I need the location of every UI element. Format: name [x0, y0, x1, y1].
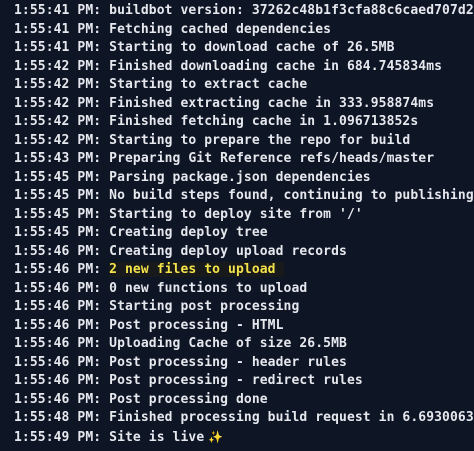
log-line: 1:55:46 PM: Post processing - header rul…	[14, 354, 474, 373]
log-message: Starting to extract cache	[109, 77, 308, 92]
log-message: Finished extracting cache in 333.958874m…	[109, 95, 435, 111]
log-message: Starting to download cache of 26.5MB	[109, 40, 395, 55]
log-timestamp: 1:55:46 PM:	[14, 243, 102, 259]
log-timestamp: 1:55:42 PM:	[14, 77, 102, 92]
log-timestamp: 1:55:46 PM:	[14, 354, 102, 370]
log-line: 1:55:41 PM: buildbot version: 37262c48b1…	[14, 2, 474, 21]
log-timestamp: 1:55:46 PM:	[14, 373, 102, 388]
log-message: 0 new functions to upload	[109, 280, 308, 296]
log-timestamp: 1:55:46 PM:	[14, 280, 102, 296]
sparkles-icon: ✨	[208, 429, 224, 444]
log-line: 1:55:46 PM: Post processing done	[14, 391, 474, 410]
log-line: 1:55:41 PM: Starting to download cache o…	[14, 39, 474, 58]
log-line: 1:55:46 PM: 0 new functions to upload	[14, 280, 474, 299]
log-timestamp: 1:55:46 PM:	[14, 262, 102, 277]
log-line: 1:55:46 PM: Uploading Cache of size 26.5…	[14, 335, 474, 354]
log-line: 1:55:41 PM: Fetching cached dependencies	[14, 21, 474, 40]
log-timestamp: 1:55:41 PM:	[14, 3, 102, 18]
log-message: Parsing package.json dependencies	[109, 169, 371, 185]
log-line: 1:55:48 PM: Finished processing build re…	[14, 409, 474, 428]
log-line: 1:55:42 PM: Finished fetching cache in 1…	[14, 113, 474, 132]
log-message: Post processing - HTML	[109, 317, 284, 333]
log-timestamp: 1:55:42 PM:	[14, 114, 102, 129]
log-timestamp: 1:55:41 PM:	[14, 40, 102, 55]
log-message: Post processing - redirect rules	[109, 373, 363, 388]
log-timestamp: 1:55:46 PM:	[14, 317, 102, 333]
log-line: 1:55:42 PM: Finished downloading cache i…	[14, 58, 474, 77]
log-line-highlighted: 1:55:46 PM: 2 new files to upload	[14, 261, 474, 280]
log-message: Starting to prepare the repo for build	[109, 132, 411, 148]
log-timestamp: 1:55:42 PM:	[14, 132, 102, 148]
log-line: 1:55:42 PM: Starting to extract cache	[14, 76, 474, 95]
log-line: 1:55:45 PM: Parsing package.json depende…	[14, 169, 474, 188]
deploy-log: 1:55:41 PM: buildbot version: 37262c48b1…	[14, 2, 474, 446]
log-message: Uploading Cache of size 26.5MB	[109, 336, 347, 351]
log-line: 1:55:45 PM: Starting to deploy site from…	[14, 206, 474, 225]
log-timestamp: 1:55:45 PM:	[14, 225, 102, 240]
log-timestamp: 1:55:42 PM:	[14, 95, 102, 111]
log-timestamp: 1:55:45 PM:	[14, 206, 102, 222]
log-message: Finished processing build request in 6.6…	[109, 410, 474, 425]
log-timestamp: 1:55:46 PM:	[14, 336, 102, 351]
log-timestamp: 1:55:45 PM:	[14, 188, 102, 203]
log-message: Creating deploy tree	[109, 225, 268, 240]
log-timestamp: 1:55:48 PM:	[14, 410, 102, 425]
log-message: buildbot version: 37262c48b1f3cfa88c6cae…	[109, 3, 474, 18]
deploy-log-panel: 1:55:41 PM: buildbot version: 37262c48b1…	[0, 0, 474, 451]
log-message: Preparing Git Reference refs/heads/maste…	[109, 151, 435, 166]
log-timestamp: 1:55:46 PM:	[14, 299, 102, 314]
log-line: 1:55:46 PM: Starting post processing	[14, 298, 474, 317]
log-timestamp: 1:55:49 PM:	[14, 429, 102, 445]
log-line: 1:55:45 PM: No build steps found, contin…	[14, 187, 474, 206]
log-message: Creating deploy upload records	[109, 243, 347, 259]
log-line: 1:55:45 PM: Creating deploy tree	[14, 224, 474, 243]
log-line: 1:55:46 PM: Creating deploy upload recor…	[14, 243, 474, 262]
log-message: Fetching cached dependencies	[109, 21, 332, 37]
log-line: 1:55:46 PM: Post processing - redirect r…	[14, 372, 474, 391]
log-message: Finished fetching cache in 1.096713852s	[109, 114, 419, 129]
log-line: 1:55:42 PM: Finished extracting cache in…	[14, 95, 474, 114]
log-line: 1:55:42 PM: Starting to prepare the repo…	[14, 132, 474, 151]
log-timestamp: 1:55:45 PM:	[14, 169, 102, 185]
log-timestamp: 1:55:46 PM:	[14, 391, 102, 407]
log-line: 1:55:49 PM: Site is live ✨	[14, 428, 474, 447]
log-message: Post processing done	[109, 391, 268, 407]
log-timestamp: 1:55:41 PM:	[14, 21, 102, 37]
log-message: Starting to deploy site from '/'	[109, 206, 363, 222]
log-message: Starting post processing	[109, 299, 300, 314]
log-timestamp: 1:55:43 PM:	[14, 151, 102, 166]
log-message-highlighted: 2 new files to upload	[109, 262, 284, 277]
log-timestamp: 1:55:42 PM:	[14, 58, 102, 74]
log-message: Finished downloading cache in 684.745834…	[109, 58, 443, 74]
log-message: Post processing - header rules	[109, 354, 347, 370]
log-message: No build steps found, continuing to publ…	[109, 188, 474, 203]
log-line: 1:55:43 PM: Preparing Git Reference refs…	[14, 150, 474, 169]
log-message: Site is live	[109, 429, 205, 445]
log-line: 1:55:46 PM: Post processing - HTML	[14, 317, 474, 336]
